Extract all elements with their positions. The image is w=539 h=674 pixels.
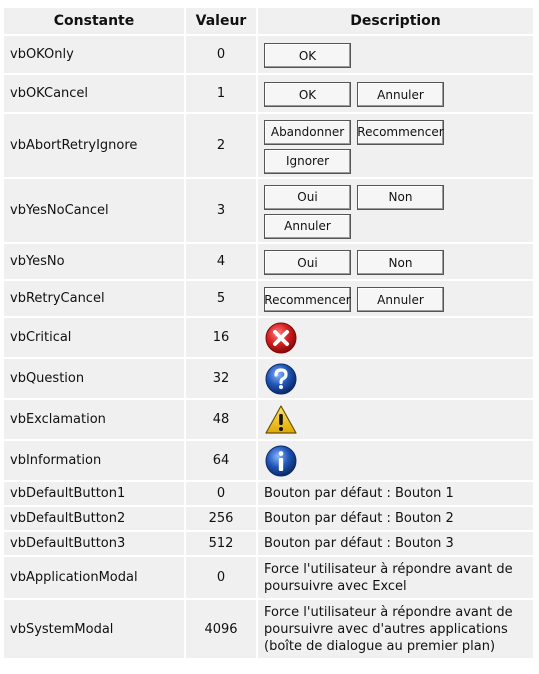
critical-icon: [265, 322, 297, 353]
constant-value: 1: [186, 75, 256, 112]
constant-name: vbDefaultButton3: [4, 532, 184, 555]
constant-name: vbYesNo: [4, 244, 184, 279]
constant-name: vbOKCancel: [4, 75, 184, 112]
header-constante: Constante: [4, 8, 184, 34]
table-row: vbRetryCancel 5 Recommencer Annuler: [4, 281, 533, 316]
table-row: vbDefaultButton2 256 Bouton par défaut :…: [4, 507, 533, 530]
constant-name: vbQuestion: [4, 359, 184, 398]
constant-value: 32: [186, 359, 256, 398]
table-row: vbDefaultButton3 512 Bouton par défaut :…: [4, 532, 533, 555]
header-row: Constante Valeur Description: [4, 8, 533, 34]
ok-button[interactable]: OK: [264, 43, 351, 68]
description-cell: OK Annuler: [258, 75, 533, 112]
annuler-button[interactable]: Annuler: [357, 82, 444, 107]
exclamation-icon: [265, 404, 297, 434]
description-text: Force l'utilisateur à répondre avant de …: [258, 557, 533, 598]
table-row: vbSystemModal 4096 Force l'utilisateur à…: [4, 600, 533, 658]
constant-value: 0: [186, 482, 256, 505]
constant-value: 4: [186, 244, 256, 279]
table-row: vbInformation 64: [4, 441, 533, 480]
non-button[interactable]: Non: [357, 250, 444, 275]
question-icon: [265, 363, 297, 394]
table-row: vbAbortRetryIgnore 2 Abandonner Recommen…: [4, 114, 533, 177]
header-description: Description: [258, 8, 533, 34]
annuler-button[interactable]: Annuler: [264, 213, 351, 239]
description-cell: [258, 441, 533, 480]
description-cell: [258, 400, 533, 439]
constants-table: Constante Valeur Description vbOKOnly 0 …: [2, 6, 535, 660]
constant-name: vbInformation: [4, 441, 184, 480]
recommencer-button[interactable]: Recommencer: [264, 287, 351, 312]
constant-value: 5: [186, 281, 256, 316]
oui-button[interactable]: Oui: [264, 250, 351, 275]
constant-value: 16: [186, 318, 256, 357]
table-row: vbYesNo 4 Oui Non: [4, 244, 533, 279]
constant-value: 512: [186, 532, 256, 555]
constant-name: vbSystemModal: [4, 600, 184, 658]
description-cell: [258, 359, 533, 398]
oui-button[interactable]: Oui: [264, 184, 351, 210]
description-cell: Oui Non: [258, 244, 533, 279]
description-cell: Recommencer Annuler: [258, 281, 533, 316]
ignorer-button[interactable]: Ignorer: [264, 148, 351, 174]
description-cell: Abandonner Recommencer Ignorer: [258, 114, 533, 177]
constant-name: vbExclamation: [4, 400, 184, 439]
table-row: vbApplicationModal 0 Force l'utilisateur…: [4, 557, 533, 598]
annuler-button[interactable]: Annuler: [357, 287, 444, 312]
table-row: vbCritical 16: [4, 318, 533, 357]
constant-value: 256: [186, 507, 256, 530]
constant-name: vbDefaultButton2: [4, 507, 184, 530]
recommencer-button[interactable]: Recommencer: [357, 119, 444, 145]
table-row: vbDefaultButton1 0 Bouton par défaut : B…: [4, 482, 533, 505]
non-button[interactable]: Non: [357, 184, 444, 210]
description-cell: OK: [258, 36, 533, 73]
constant-name: vbRetryCancel: [4, 281, 184, 316]
description-text: Bouton par défaut : Bouton 2: [258, 507, 533, 530]
constant-name: vbYesNoCancel: [4, 179, 184, 242]
description-text: Force l'utilisateur à répondre avant de …: [258, 600, 533, 658]
header-valeur: Valeur: [186, 8, 256, 34]
constant-value: 64: [186, 441, 256, 480]
constant-name: vbCritical: [4, 318, 184, 357]
constant-value: 3: [186, 179, 256, 242]
table-row: vbOKCancel 1 OK Annuler: [4, 75, 533, 112]
description-cell: Oui Non Annuler: [258, 179, 533, 242]
constant-value: 0: [186, 557, 256, 598]
table-row: vbOKOnly 0 OK: [4, 36, 533, 73]
information-icon: [265, 445, 297, 476]
constant-name: vbAbortRetryIgnore: [4, 114, 184, 177]
table-row: vbQuestion 32: [4, 359, 533, 398]
table-row: vbYesNoCancel 3 Oui Non Annuler: [4, 179, 533, 242]
description-cell: [258, 318, 533, 357]
description-text: Bouton par défaut : Bouton 1: [258, 482, 533, 505]
table-row: vbExclamation 48: [4, 400, 533, 439]
constant-value: 48: [186, 400, 256, 439]
constant-value: 4096: [186, 600, 256, 658]
constant-name: vbDefaultButton1: [4, 482, 184, 505]
constant-value: 0: [186, 36, 256, 73]
constant-name: vbOKOnly: [4, 36, 184, 73]
constant-name: vbApplicationModal: [4, 557, 184, 598]
description-text: Bouton par défaut : Bouton 3: [258, 532, 533, 555]
ok-button[interactable]: OK: [264, 82, 351, 107]
constant-value: 2: [186, 114, 256, 177]
abandonner-button[interactable]: Abandonner: [264, 119, 351, 145]
